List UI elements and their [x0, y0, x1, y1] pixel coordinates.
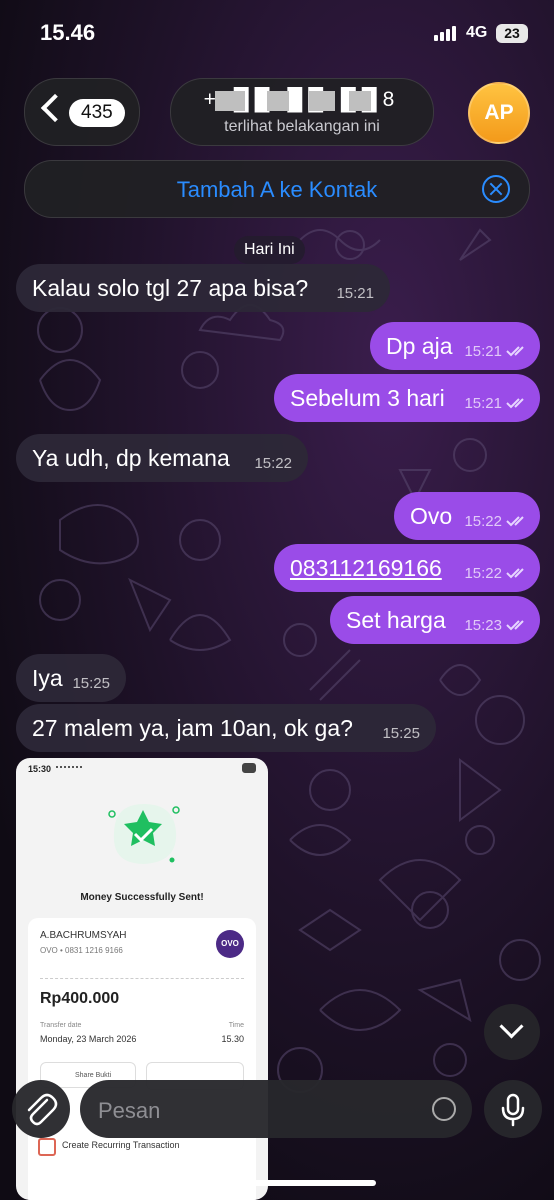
chevron-left-icon [40, 93, 70, 123]
message-time: 15:22 [464, 565, 502, 582]
message-text: Sebelum 3 hari [290, 385, 445, 411]
divider [40, 978, 244, 979]
message-bubble[interactable]: Dp aja 15:21 [370, 322, 540, 370]
avatar[interactable]: AP [468, 82, 530, 144]
message-composer: Pesan [0, 1076, 554, 1200]
success-check-icon [108, 804, 180, 864]
message-time: 15:25 [382, 725, 420, 742]
message-time: 15:23 [464, 617, 502, 634]
message-input-placeholder: Pesan [98, 1098, 161, 1123]
network-type: 4G [466, 24, 488, 41]
redaction-block [267, 91, 289, 111]
voice-record-button[interactable] [484, 1080, 542, 1138]
message-bubble[interactable]: Ovo 15:22 [394, 492, 540, 540]
message-bubble[interactable]: 27 malem ya, jam 10an, ok ga? 15:25 [16, 704, 436, 752]
double-check-icon [506, 620, 524, 631]
add-contact-button[interactable]: Tambah A ke Kontak [25, 177, 529, 203]
double-check-icon [506, 398, 524, 409]
double-check-icon [506, 568, 524, 579]
message-time: 15:21 [336, 285, 374, 302]
chevron-down-icon [499, 1014, 524, 1039]
message-text: Ovo [410, 503, 453, 529]
add-contact-bar: Tambah A ke Kontak [24, 160, 530, 218]
date-divider: Hari Ini [234, 236, 305, 264]
message-text: Ya udh, dp kemana [32, 445, 230, 471]
unread-count-badge: 435 [69, 99, 125, 127]
status-icons [56, 766, 82, 774]
battery-icon: 23 [496, 24, 528, 43]
transfer-amount: Rp400.000 [40, 990, 120, 1007]
message-time: 15:21 [464, 343, 502, 360]
message-bubble[interactable]: Set harga 15:23 [330, 596, 540, 644]
message-bubble[interactable]: Kalau solo tgl 27 apa bisa? 15:21 [16, 264, 390, 312]
contact-title[interactable]: + ██ ██ ██8 terlihat belakangan ini [170, 78, 434, 146]
message-bubble[interactable]: Ya udh, dp kemana 15:22 [16, 434, 308, 482]
redaction-block [215, 91, 245, 111]
message-text: Kalau solo tgl 27 apa bisa? [32, 275, 309, 301]
battery-icon [242, 763, 256, 773]
redaction-block [309, 91, 335, 111]
transfer-time-label: Time [228, 1022, 244, 1029]
ovo-logo: OVO [216, 930, 244, 958]
message-time: 15:25 [72, 675, 110, 692]
close-icon[interactable] [482, 175, 510, 203]
message-text: 27 malem ya, jam 10an, ok ga? [32, 715, 353, 741]
message-bubble[interactable]: Sebelum 3 hari 15:21 [274, 374, 540, 422]
recipient-account: OVO • 0831 1216 9166 [40, 946, 123, 955]
sticker-icon[interactable] [432, 1097, 456, 1121]
scroll-to-bottom-button[interactable] [484, 1004, 540, 1060]
contact-number: + ██ ██ ██8 [203, 88, 401, 111]
success-heading: Money Successfully Sent! [80, 892, 204, 903]
last-seen-status: terlihat belakangan ini [224, 118, 380, 135]
chat-header: 435 + ██ ██ ██8 terlihat belakangan ini … [0, 78, 554, 148]
attach-button[interactable] [12, 1080, 70, 1138]
status-time: 15.46 [40, 20, 96, 45]
double-check-icon [506, 346, 524, 357]
paperclip-icon [27, 1093, 58, 1126]
recipient-name: A.BACHRUMSYAH [40, 930, 127, 941]
redaction-block [349, 91, 371, 111]
signal-icon [434, 26, 456, 41]
message-text: Set harga [346, 607, 446, 633]
message-time: 15:22 [254, 455, 292, 472]
message-text: Iya [32, 665, 63, 691]
message-input[interactable]: Pesan [80, 1080, 472, 1138]
status-bar: 15.46 4G 23 [0, 0, 554, 66]
double-check-icon [506, 516, 524, 527]
message-time: 15:22 [464, 513, 502, 530]
back-button[interactable]: 435 [24, 78, 140, 146]
microphone-icon [501, 1093, 525, 1127]
home-indicator [176, 1180, 376, 1186]
transfer-date: Monday, 23 March 2026 [40, 1034, 137, 1044]
screenshot-status-time: 15:30 [28, 764, 52, 774]
transfer-time: 15.30 [221, 1034, 244, 1044]
phone-number-link[interactable]: 083112169166 [290, 555, 442, 582]
transfer-date-label: Transfer date [40, 1022, 82, 1029]
message-bubble[interactable]: 083112169166 15:22 [274, 544, 540, 592]
message-time: 15:21 [464, 395, 502, 412]
message-text: Dp aja [386, 333, 453, 359]
message-bubble[interactable]: Iya 15:25 [16, 654, 126, 702]
